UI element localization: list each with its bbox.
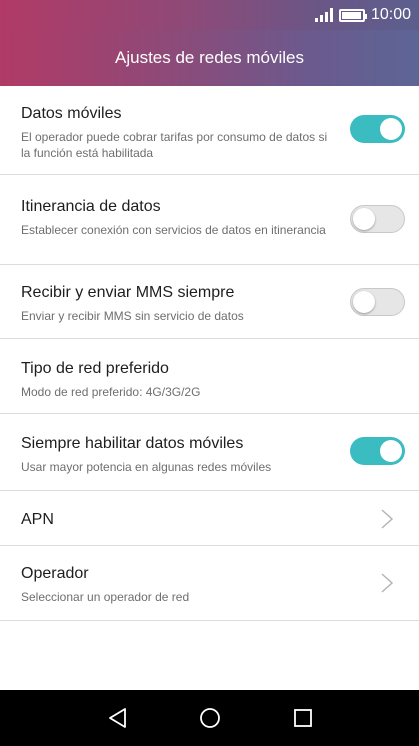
setting-always-mobile-data[interactable]: Siempre habilitar datos móviles Usar may… — [0, 414, 419, 491]
setting-subtitle: Enviar y recibir MMS sin servicio de dat… — [21, 309, 244, 323]
chevron-right-icon — [381, 509, 394, 529]
navigation-bar — [0, 690, 419, 746]
setting-title: APN — [21, 511, 54, 528]
setting-subtitle: El operador puede cobrar tarifas por con… — [21, 130, 328, 160]
setting-subtitle: Usar mayor potencia en algunas redes móv… — [21, 460, 272, 474]
chevron-right-icon — [381, 573, 394, 593]
mobile-data-toggle[interactable] — [350, 115, 405, 143]
setting-subtitle: Modo de red preferido: 4G/3G/2G — [21, 385, 201, 399]
status-bar: 10:00 — [0, 0, 419, 30]
app-bar: Ajustes de redes móviles — [0, 30, 419, 86]
setting-title: Itinerancia de datos — [21, 198, 161, 215]
setting-operator[interactable]: Operador Seleccionar un operador de red — [0, 546, 419, 621]
setting-preferred-network[interactable]: Tipo de red preferido Modo de red prefer… — [0, 339, 419, 414]
setting-mms-always[interactable]: Recibir y enviar MMS siempre Enviar y re… — [0, 265, 419, 339]
mms-always-toggle[interactable] — [350, 288, 405, 316]
status-icons: 10:00 — [314, 6, 411, 24]
data-roaming-toggle[interactable] — [350, 205, 405, 233]
home-icon[interactable] — [198, 706, 222, 730]
setting-subtitle: Seleccionar un operador de red — [21, 590, 190, 604]
setting-data-roaming[interactable]: Itinerancia de datos Establecer conexión… — [0, 175, 419, 265]
setting-mobile-data[interactable]: Datos móviles El operador puede cobrar t… — [0, 86, 419, 175]
always-mobile-data-toggle[interactable] — [350, 437, 405, 465]
setting-title: Recibir y enviar MMS siempre — [21, 284, 235, 301]
setting-title: Siempre habilitar datos móviles — [21, 435, 244, 452]
status-time: 10:00 — [370, 6, 411, 23]
settings-list: Datos móviles El operador puede cobrar t… — [0, 86, 419, 621]
setting-title: Datos móviles — [21, 105, 122, 122]
setting-title: Operador — [21, 565, 89, 582]
setting-title: Tipo de red preferido — [21, 360, 169, 377]
recents-icon[interactable] — [291, 706, 315, 730]
page-title: Ajustes de redes móviles — [115, 48, 304, 67]
setting-subtitle: Establecer conexión con servicios de dat… — [21, 223, 326, 237]
back-icon[interactable] — [106, 706, 130, 730]
battery-icon — [338, 8, 367, 22]
signal-icon — [314, 8, 333, 22]
setting-apn[interactable]: APN — [0, 491, 419, 546]
